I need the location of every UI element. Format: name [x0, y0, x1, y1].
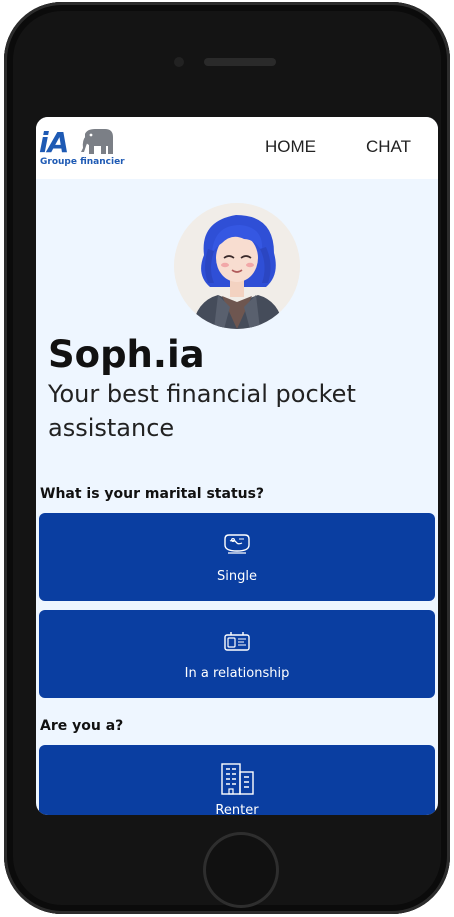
marital-status-question: What is your marital status?	[40, 486, 265, 502]
relationship-option-button[interactable]: In a relationship	[39, 610, 435, 698]
ia-logo[interactable]: iA Groupe financier	[39, 126, 125, 170]
logo-brand: iA	[39, 126, 69, 159]
logo-subtitle: Groupe financier	[40, 157, 125, 167]
top-navbar: iA Groupe financier HOME CHAT	[36, 117, 438, 179]
relationship-option-label: In a relationship	[184, 666, 290, 681]
single-icon	[224, 534, 250, 554]
renter-option-label: Renter	[215, 803, 259, 815]
single-option-button[interactable]: Single	[39, 513, 435, 601]
housing-question: Are you a?	[40, 718, 124, 734]
front-camera	[174, 57, 184, 67]
renter-option-button[interactable]: Renter	[39, 745, 435, 815]
building-icon	[221, 763, 254, 795]
page-subtitle: Your best financial pocket assistance	[48, 380, 356, 442]
relationship-icon	[224, 632, 250, 651]
earpiece-speaker	[204, 58, 276, 66]
nav-home-link[interactable]: HOME	[265, 137, 316, 157]
page-title: Soph.ia	[48, 333, 205, 376]
elephant-icon	[81, 129, 113, 154]
app-screen: iA Groupe financier HOME CHAT Soph.ia Yo…	[36, 117, 438, 815]
sophia-avatar	[174, 203, 300, 329]
home-hardware-button[interactable]	[203, 832, 279, 908]
nav-chat-link[interactable]: CHAT	[366, 137, 411, 157]
single-option-label: Single	[217, 569, 257, 584]
avatar-illustration	[174, 203, 300, 329]
